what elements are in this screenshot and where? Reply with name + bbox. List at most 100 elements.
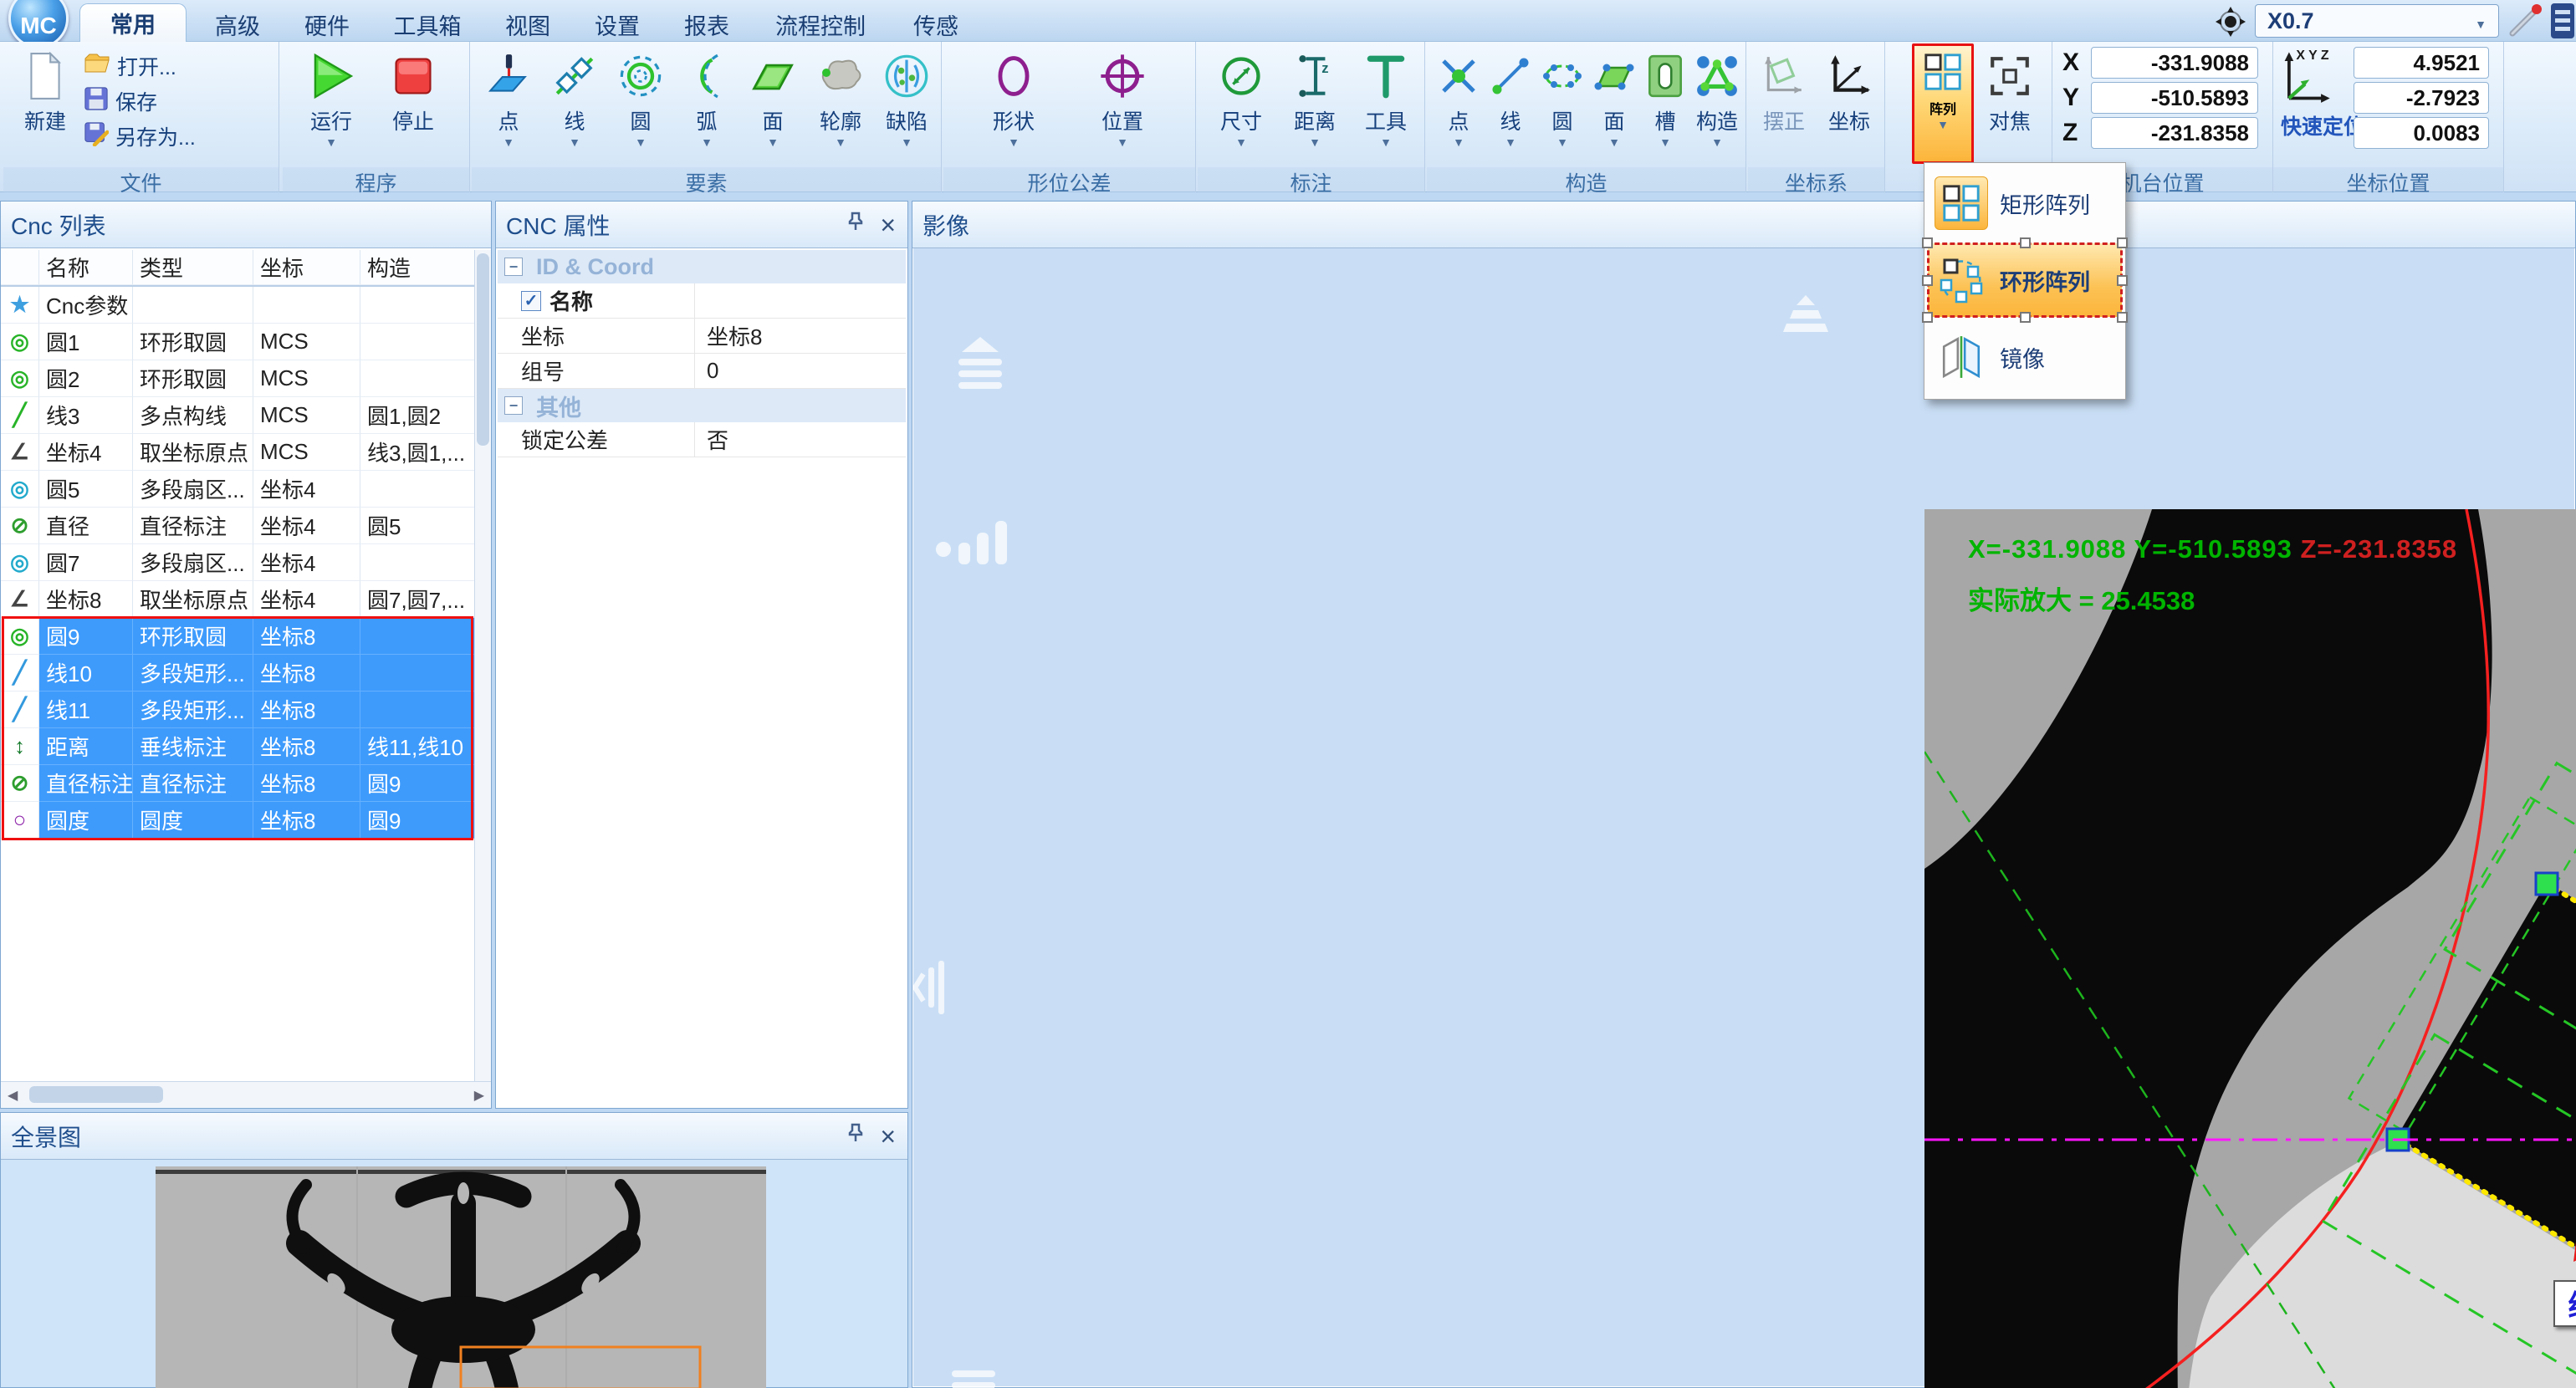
scrollbar-thumb[interactable] — [29, 1086, 163, 1103]
construct-point-button[interactable]: 点 — [1434, 48, 1484, 164]
array-button[interactable]: 阵列 — [1912, 43, 1974, 164]
table-row-selected[interactable]: 直径标注直径标注坐标8圆9 — [1, 765, 474, 802]
vertical-scrollbar[interactable] — [474, 250, 491, 1081]
header-construct[interactable]: 构造 — [360, 250, 474, 285]
stop-button[interactable]: 停止 — [375, 48, 452, 164]
property-value-coord[interactable]: 坐标8 — [695, 319, 906, 353]
element-profile-button[interactable]: 轮廓 — [807, 48, 874, 164]
side-drawer-handle-icon[interactable] — [913, 951, 950, 1028]
table-row[interactable]: 坐标4取坐标原点MCS线3,圆1,... — [1, 434, 474, 471]
coord-pos-field-1[interactable]: 4.9521 — [2354, 47, 2489, 79]
save-button[interactable]: 保存 — [84, 85, 157, 117]
checkbox-checked-icon[interactable]: ✓ — [521, 291, 541, 311]
tab-shitu[interactable]: 视图 — [489, 7, 566, 42]
table-row-selected[interactable]: 线10多段矩形...坐标8 — [1, 655, 474, 691]
edge-panel-icon[interactable] — [2551, 3, 2574, 38]
property-row-coord[interactable]: 坐标 坐标8 — [498, 319, 906, 354]
coord-pos-field-2[interactable]: -2.7923 — [2354, 82, 2489, 114]
collapse-icon[interactable]: − — [504, 396, 523, 415]
tab-yingjian[interactable]: 硬件 — [289, 7, 365, 42]
element-arc-button[interactable]: 弧 — [675, 48, 739, 164]
target-icon[interactable] — [2215, 6, 2246, 42]
table-row[interactable]: 圆5多段扇区...坐标4 — [1, 471, 474, 508]
probe-pen-icon[interactable] — [2506, 2, 2544, 44]
tab-gongjuxiang[interactable]: 工具箱 — [378, 7, 477, 42]
table-row[interactable]: 坐标8取坐标原点坐标4圆7,圆7,... — [1, 581, 474, 618]
header-coord[interactable]: 坐标 — [253, 250, 360, 285]
line11-label[interactable]: 线11 — [2553, 1280, 2576, 1327]
element-line-button[interactable]: 线 — [543, 48, 606, 164]
camera-image[interactable]: X=-331.9088 Y=-510.5893 Z=-231.8358 实际放大… — [1924, 509, 2576, 1388]
tab-chuangan[interactable]: 传感 — [896, 7, 976, 42]
element-plane-button[interactable]: 面 — [741, 48, 805, 164]
table-row[interactable]: 直径直径标注坐标4圆5 — [1, 508, 474, 544]
new-button[interactable]: 新建 — [10, 48, 80, 164]
table-row-selected[interactable]: 圆9环形取圆坐标8 — [1, 618, 474, 655]
table-row[interactable]: 圆1环形取圆MCS — [1, 324, 474, 360]
menu-item-rect-array[interactable]: 矩形阵列 — [1928, 166, 2122, 240]
table-row-selected[interactable]: 线11多段矩形...坐标8 — [1, 691, 474, 728]
table-row[interactable]: 圆2环形取圆MCS — [1, 360, 474, 397]
gdt-shape-button[interactable]: 形状 — [972, 48, 1055, 164]
pin-icon[interactable] — [846, 212, 865, 237]
element-defect-button[interactable]: 缺陷 — [877, 48, 937, 164]
focus-button[interactable]: 对焦 — [1981, 48, 2039, 164]
construct-line-button[interactable]: 线 — [1485, 48, 1536, 164]
construct-construct-button[interactable]: 构造 — [1691, 48, 1743, 164]
menu-item-circular-array[interactable]: 环形阵列 — [1928, 243, 2122, 317]
lens-zoom-combobox[interactable]: X0.7 — [2255, 4, 2499, 38]
machine-y-field[interactable]: -510.5893 — [2091, 82, 2258, 114]
property-value-groupno[interactable]: 0 — [695, 354, 906, 388]
gdt-position-button[interactable]: 位置 — [1081, 48, 1164, 164]
pyramid-stack-icon[interactable] — [1771, 293, 1840, 346]
scrollbar-thumb[interactable] — [477, 253, 489, 446]
table-row-selected[interactable]: 圆度圆度坐标8圆9 — [1, 802, 474, 839]
pin-icon[interactable] — [846, 1123, 865, 1149]
close-icon[interactable]: × — [880, 212, 896, 238]
property-row-name[interactable]: ✓名称 — [498, 283, 906, 319]
property-row-groupno[interactable]: 组号 0 — [498, 354, 906, 389]
tab-shezhi[interactable]: 设置 — [579, 7, 656, 42]
align-button[interactable]: 摆正 — [1753, 48, 1815, 164]
table-row[interactable]: 圆7多段扇区...坐标4 — [1, 544, 474, 581]
header-type[interactable]: 类型 — [133, 250, 253, 285]
tab-gaoji[interactable]: 高级 — [199, 7, 276, 42]
tab-liuchengkongzhi[interactable]: 流程控制 — [758, 7, 883, 42]
tab-changyong[interactable]: 常用 — [79, 3, 187, 42]
scroll-left-icon[interactable]: ◀ — [8, 1087, 18, 1104]
dim-tool-button[interactable]: 工具 — [1353, 48, 1418, 164]
machine-z-field[interactable]: -231.8358 — [2091, 117, 2258, 149]
coordinate-button[interactable]: 坐标 — [1818, 48, 1880, 164]
coord-pos-field-3[interactable]: 0.0083 — [2354, 117, 2489, 149]
group-label-elements: 要素 — [472, 167, 941, 192]
menu-item-mirror[interactable]: 镜像 — [1928, 320, 2122, 394]
element-circle-button[interactable]: 圆 — [609, 48, 672, 164]
scroll-right-icon[interactable]: ▶ — [474, 1087, 484, 1104]
property-group-id-coord[interactable]: −ID & Coord — [498, 250, 906, 283]
save-as-button[interactable]: 另存为... — [84, 120, 196, 152]
construct-slot-button[interactable]: 槽 — [1641, 48, 1689, 164]
dim-size-button[interactable]: 尺寸 — [1206, 48, 1276, 164]
property-row-lock-tolerance[interactable]: 锁定公差 否 — [498, 422, 906, 457]
property-value-lock[interactable]: 否 — [695, 422, 906, 457]
run-button[interactable]: 运行 — [293, 48, 370, 164]
header-name[interactable]: 名称 — [39, 250, 133, 285]
tab-baobiao[interactable]: 报表 — [668, 7, 745, 42]
collapse-icon[interactable]: − — [504, 258, 523, 276]
property-value-name[interactable] — [695, 283, 906, 318]
construct-circle-button[interactable]: 圆 — [1537, 48, 1587, 164]
dim-distance-button[interactable]: z 距离 — [1280, 48, 1350, 164]
property-group-other[interactable]: −其他 — [498, 389, 906, 422]
table-row-selected[interactable]: 距离垂线标注坐标8线11,线10 — [1, 728, 474, 765]
table-row[interactable]: Cnc参数 — [1, 287, 474, 324]
construct-plane-button[interactable]: 面 — [1589, 48, 1639, 164]
element-point-button[interactable]: 点 — [477, 48, 540, 164]
close-icon[interactable]: × — [880, 1123, 896, 1150]
table-row[interactable]: 线3多点构线MCS圆1,圆2 — [1, 397, 474, 434]
stage-up-icon[interactable] — [947, 335, 1014, 403]
panorama-image[interactable] — [156, 1166, 766, 1388]
machine-x-field[interactable]: -331.9088 — [2091, 47, 2258, 79]
light-level-icon[interactable] — [933, 509, 1014, 584]
stage-down-icon[interactable] — [940, 1365, 1007, 1388]
open-button[interactable]: 打开... — [84, 50, 176, 82]
